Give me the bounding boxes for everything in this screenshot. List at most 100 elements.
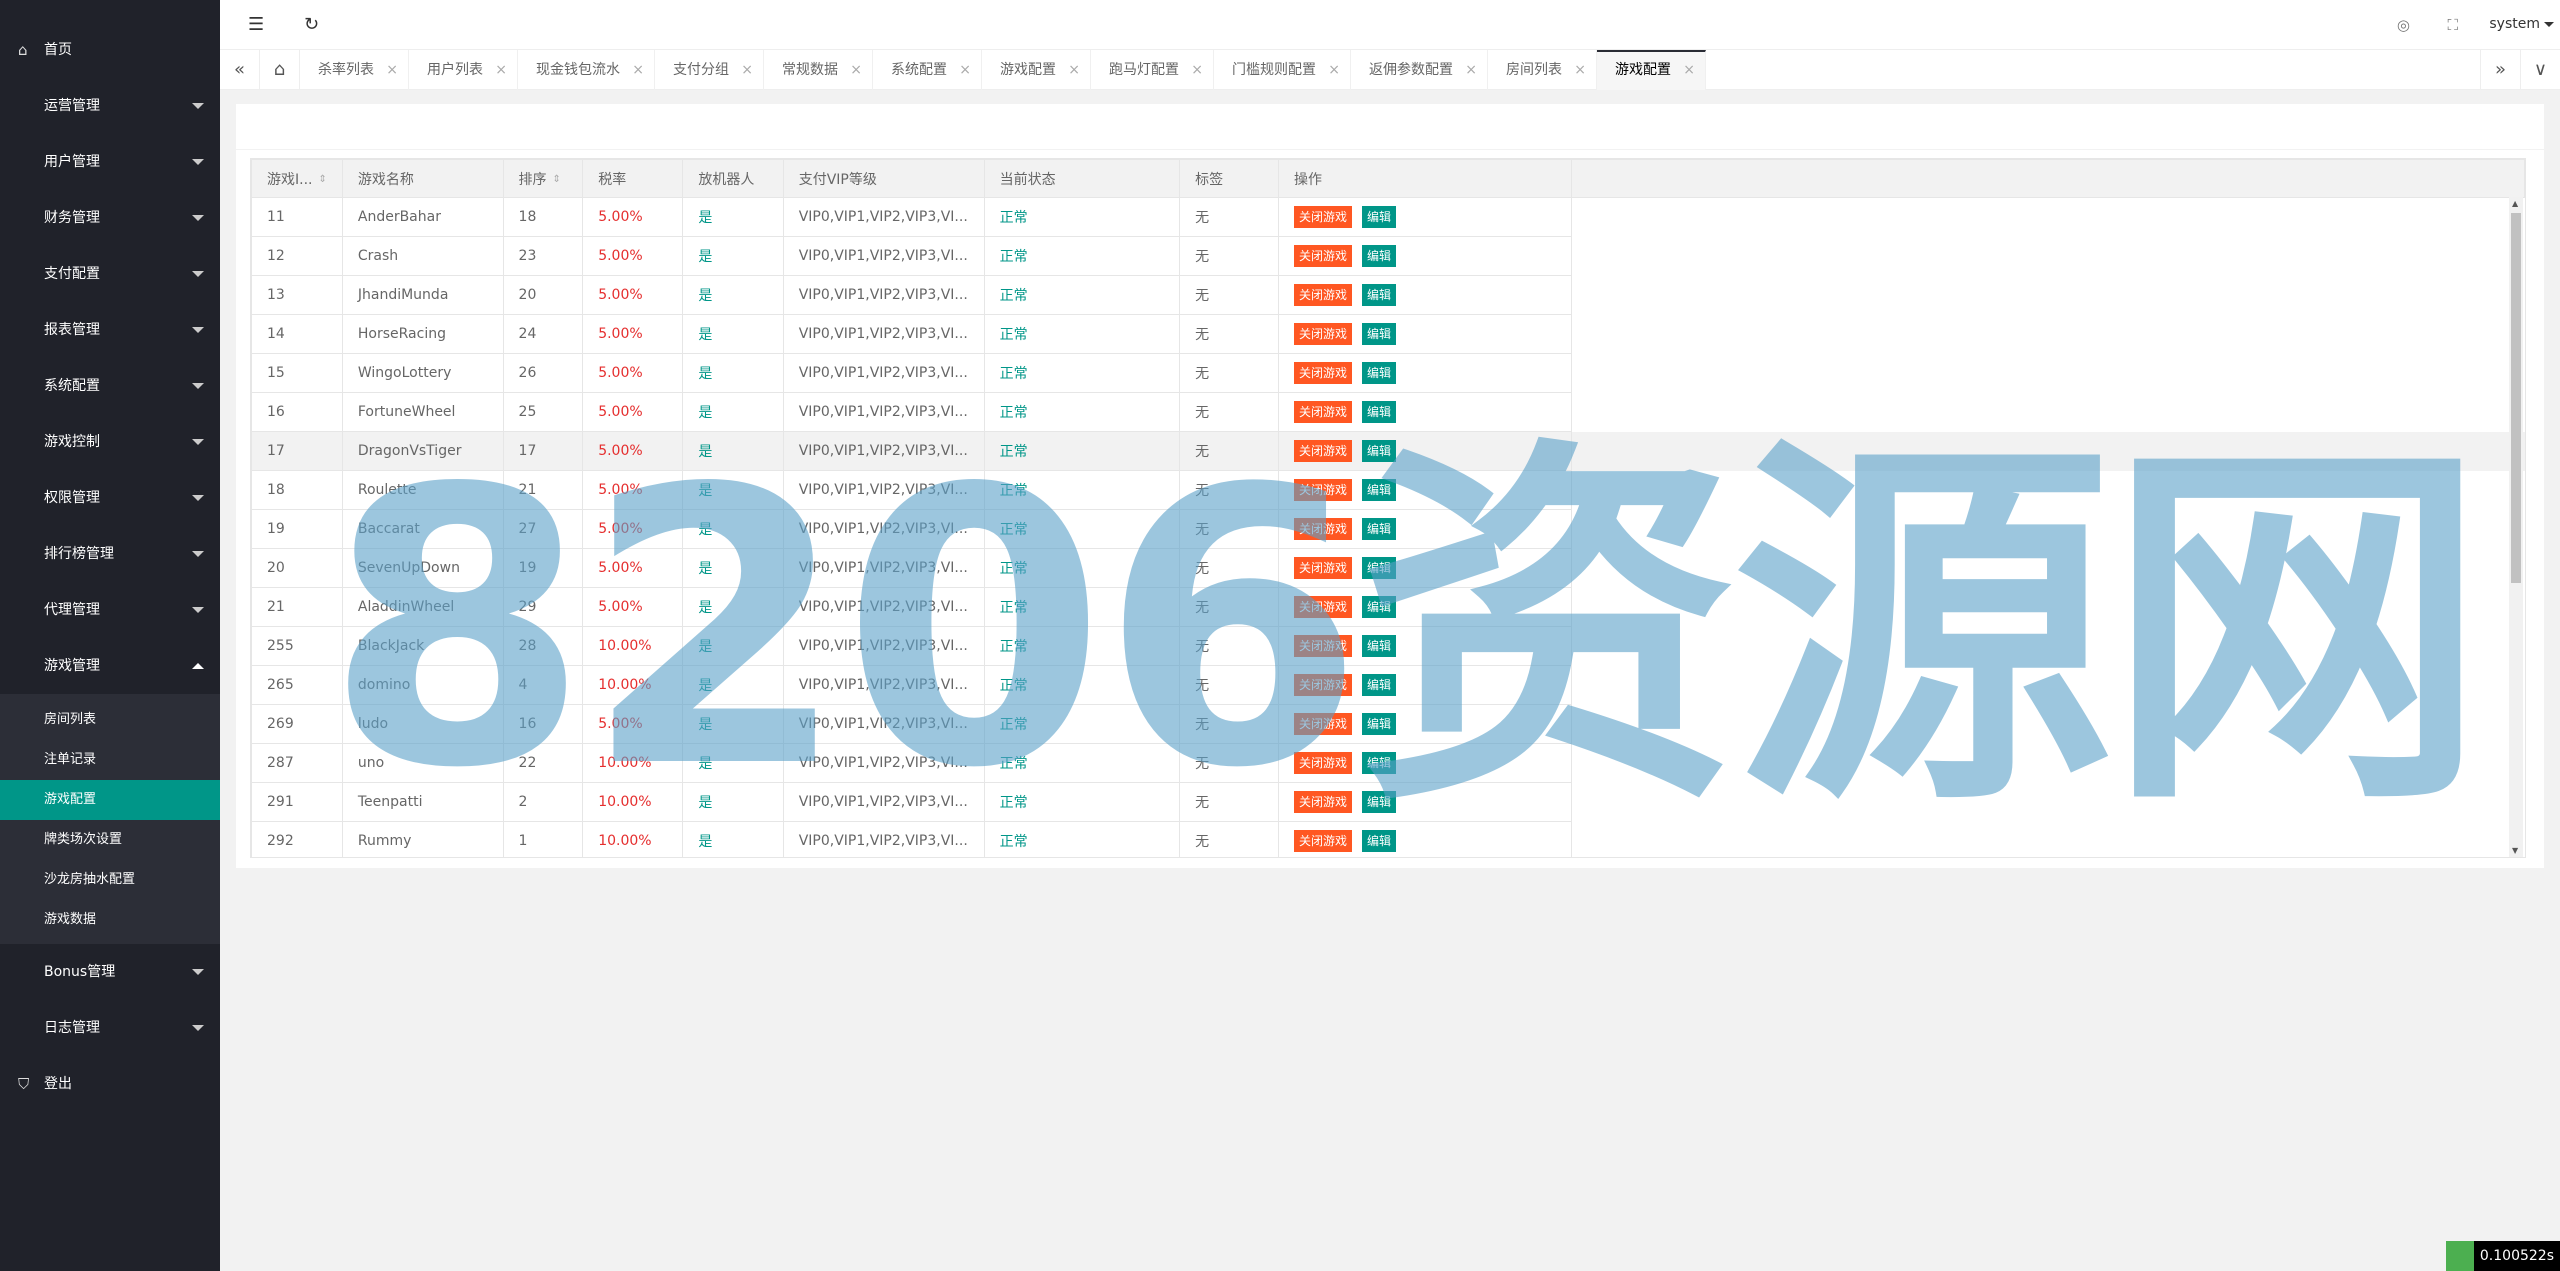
cell-id: 287 <box>251 743 343 783</box>
close-game-button[interactable]: 关闭游戏 <box>1294 635 1353 657</box>
sort-icon[interactable]: ⇕ <box>318 174 326 185</box>
close-game-button[interactable]: 关闭游戏 <box>1294 401 1353 423</box>
scroll-up-icon[interactable]: ▲ <box>2512 199 2518 208</box>
close-icon[interactable]: × <box>1328 50 1340 90</box>
close-game-button[interactable]: 关闭游戏 <box>1294 284 1353 306</box>
edit-button[interactable]: 编辑 <box>1362 674 1397 696</box>
sidebar-item[interactable]: 排行榜管理 <box>0 526 220 582</box>
close-game-button[interactable]: 关闭游戏 <box>1294 440 1353 462</box>
column-header[interactable]: 排序 ⇕ <box>502 159 584 198</box>
tab[interactable]: 游戏配置 × <box>1597 50 1706 90</box>
scroll-down-icon[interactable]: ▼ <box>2512 846 2518 855</box>
edit-button[interactable]: 编辑 <box>1362 362 1397 384</box>
scroll-thumb[interactable] <box>2511 213 2521 583</box>
edit-button[interactable]: 编辑 <box>1362 323 1397 345</box>
edit-button[interactable]: 编辑 <box>1362 518 1397 540</box>
edit-button[interactable]: 编辑 <box>1362 401 1397 423</box>
menu-toggle-icon[interactable]: ☰ <box>248 14 264 35</box>
close-icon[interactable]: × <box>741 50 753 90</box>
tabs-prev-icon[interactable]: « <box>220 50 260 90</box>
sidebar-subitem[interactable]: 沙龙房抽水配置 <box>0 860 220 900</box>
tab[interactable]: 杀率列表 × <box>300 50 409 90</box>
close-game-button[interactable]: 关闭游戏 <box>1294 830 1353 852</box>
sidebar-item[interactable]: 财务管理 <box>0 190 220 246</box>
close-game-button[interactable]: 关闭游戏 <box>1294 674 1353 696</box>
sidebar-item[interactable]: Bonus管理 <box>0 944 220 1000</box>
sidebar-subitem[interactable]: 牌类场次设置 <box>0 820 220 860</box>
close-icon[interactable]: × <box>632 50 644 90</box>
edit-button[interactable]: 编辑 <box>1362 479 1397 501</box>
close-game-button[interactable]: 关闭游戏 <box>1294 206 1353 228</box>
edit-button[interactable]: 编辑 <box>1362 284 1397 306</box>
cell-id: 291 <box>251 782 343 822</box>
close-game-button[interactable]: 关闭游戏 <box>1294 479 1353 501</box>
tab[interactable]: 房间列表 × <box>1488 50 1597 90</box>
edit-button[interactable]: 编辑 <box>1362 752 1397 774</box>
sidebar-subitem[interactable]: 游戏数据 <box>0 900 220 940</box>
tab[interactable]: 现金钱包流水 × <box>518 50 655 90</box>
sidebar-item[interactable]: 日志管理 <box>0 1000 220 1056</box>
fullscreen-icon[interactable]: ⛶ <box>2447 16 2458 34</box>
close-game-button[interactable]: 关闭游戏 <box>1294 362 1353 384</box>
refresh-icon[interactable]: ↻ <box>304 14 319 35</box>
cell-actions: 关闭游戏 编辑 <box>1278 275 1573 315</box>
tabs-next-icon[interactable]: » <box>2480 50 2520 90</box>
close-game-button[interactable]: 关闭游戏 <box>1294 596 1353 618</box>
close-icon[interactable]: × <box>959 50 971 90</box>
sidebar-item[interactable]: 游戏控制 <box>0 414 220 470</box>
sidebar-item[interactable]: 支付配置 <box>0 246 220 302</box>
tabs-more-icon[interactable]: ∨ <box>2520 50 2560 90</box>
tab[interactable]: 系统配置 × <box>873 50 982 90</box>
close-game-button[interactable]: 关闭游戏 <box>1294 752 1353 774</box>
edit-button[interactable]: 编辑 <box>1362 440 1397 462</box>
sidebar-subitem[interactable]: 注单记录 <box>0 740 220 780</box>
close-game-button[interactable]: 关闭游戏 <box>1294 791 1353 813</box>
edit-button[interactable]: 编辑 <box>1362 713 1397 735</box>
close-game-button[interactable]: 关闭游戏 <box>1294 557 1353 579</box>
edit-button[interactable]: 编辑 <box>1362 830 1397 852</box>
sort-icon[interactable]: ⇕ <box>553 174 561 185</box>
close-game-button[interactable]: 关闭游戏 <box>1294 713 1353 735</box>
sidebar-subitem[interactable]: 房间列表 <box>0 700 220 740</box>
sidebar-item[interactable]: 代理管理 <box>0 582 220 638</box>
sidebar-item[interactable]: 用户管理 <box>0 134 220 190</box>
column-header[interactable]: 游戏I... ⇕ <box>251 159 343 198</box>
sidebar-item-home[interactable]: ⌂ 首页 <box>0 22 220 78</box>
sidebar-item[interactable]: 权限管理 <box>0 470 220 526</box>
close-icon[interactable]: × <box>1068 50 1080 90</box>
edit-button[interactable]: 编辑 <box>1362 557 1397 579</box>
edit-button[interactable]: 编辑 <box>1362 596 1397 618</box>
edit-button[interactable]: 编辑 <box>1362 245 1397 267</box>
table-scrollbar[interactable]: ▲ ▼ <box>2509 197 2523 857</box>
sidebar-item[interactable]: 报表管理 <box>0 302 220 358</box>
tab[interactable]: 跑马灯配置 × <box>1091 50 1214 90</box>
sidebar-subitem[interactable]: 游戏配置 <box>0 780 220 820</box>
cell-vip: VIP0,VIP1,VIP2,VIP3,VI... <box>782 197 985 237</box>
close-game-button[interactable]: 关闭游戏 <box>1294 245 1353 267</box>
theme-icon[interactable]: ◎ <box>2397 16 2410 34</box>
tab[interactable]: 用户列表 × <box>409 50 518 90</box>
edit-button[interactable]: 编辑 <box>1362 206 1397 228</box>
tab[interactable]: 门槛规则配置 × <box>1214 50 1351 90</box>
close-icon[interactable]: × <box>386 50 398 90</box>
sidebar-item-logout[interactable]: ⛉ 登出 <box>0 1056 220 1112</box>
tab[interactable]: 支付分组 × <box>655 50 764 90</box>
close-game-button[interactable]: 关闭游戏 <box>1294 518 1353 540</box>
close-icon[interactable]: × <box>1683 52 1695 88</box>
tab[interactable]: 游戏配置 × <box>982 50 1091 90</box>
sidebar-item-game-management[interactable]: 游戏管理 <box>0 638 220 694</box>
edit-button[interactable]: 编辑 <box>1362 635 1397 657</box>
tab-home-icon[interactable]: ⌂ <box>260 50 300 90</box>
sidebar-item[interactable]: 运营管理 <box>0 78 220 134</box>
close-icon[interactable]: × <box>1191 50 1203 90</box>
close-icon[interactable]: × <box>850 50 862 90</box>
tab[interactable]: 返佣参数配置 × <box>1351 50 1488 90</box>
close-game-button[interactable]: 关闭游戏 <box>1294 323 1353 345</box>
tab[interactable]: 常规数据 × <box>764 50 873 90</box>
sidebar-item[interactable]: 系统配置 <box>0 358 220 414</box>
edit-button[interactable]: 编辑 <box>1362 791 1397 813</box>
close-icon[interactable]: × <box>1465 50 1477 90</box>
user-menu[interactable]: system <box>2489 16 2554 32</box>
close-icon[interactable]: × <box>1574 50 1586 90</box>
close-icon[interactable]: × <box>495 50 507 90</box>
